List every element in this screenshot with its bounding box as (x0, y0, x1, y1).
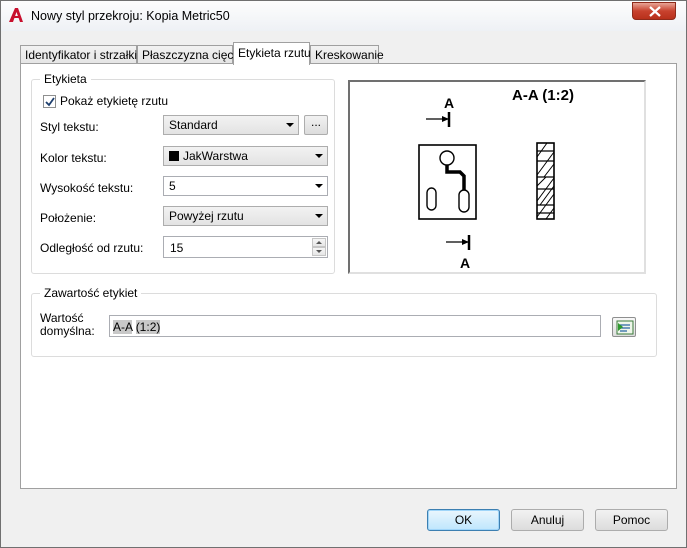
text-color-dropdown[interactable]: JakWarstwa (163, 146, 328, 166)
chevron-down-icon (315, 214, 323, 218)
text-color-label: Kolor tekstu: (40, 151, 107, 165)
default-value-input[interactable]: A-A (1:2) (109, 315, 601, 337)
position-dropdown[interactable]: Powyżej rzutu (163, 206, 328, 226)
offset-value: 15 (170, 241, 184, 255)
preview-area: A-A (1:2) A A (348, 80, 646, 274)
chevron-down-icon (315, 184, 323, 188)
spin-down-button[interactable] (312, 247, 326, 256)
section-preview-drawing: A-A (1:2) A A (418, 87, 574, 271)
text-height-combobox[interactable]: 5 (163, 176, 328, 196)
position-label: Położenie: (40, 211, 97, 225)
text-style-dropdown[interactable]: Standard (163, 115, 299, 135)
offset-spinner[interactable]: 15 (163, 236, 328, 258)
preview-marker-bottom: A (460, 255, 470, 271)
default-value-label-line2: domyślna: (40, 324, 95, 338)
position-value: Powyżej rzutu (169, 209, 244, 223)
arrow-down-icon (316, 250, 322, 253)
checkmark-icon (45, 97, 55, 107)
label-contents-group: Zawartość etykiet Wartość domyślna: A-A … (31, 286, 657, 357)
default-value-label: Wartość domyślna: (40, 312, 95, 338)
field-value-scale: (1:2) (135, 320, 161, 334)
spin-up-button[interactable] (312, 238, 326, 247)
text-style-value: Standard (169, 118, 218, 132)
close-button[interactable] (632, 2, 676, 20)
text-height-label: Wysokość tekstu: (40, 181, 134, 195)
text-color-value: JakWarstwa (183, 149, 248, 163)
text-style-browse-button[interactable]: ... (304, 115, 328, 135)
tab-view-label[interactable]: Etykieta rzutu (233, 42, 311, 65)
show-label-text[interactable]: Pokaż etykietę rzutu (60, 94, 168, 108)
help-button[interactable]: Pomoc (595, 509, 668, 531)
insert-field-icon (616, 320, 634, 335)
offset-label: Odległość od rzutu: (40, 241, 144, 255)
label-group-title: Etykieta (40, 72, 91, 86)
window-title: Nowy styl przekroju: Kopia Metric50 (31, 9, 230, 23)
show-label-checkbox[interactable] (43, 95, 56, 108)
tab-identifier-arrows[interactable]: Identyfikator i strzałki (20, 45, 137, 65)
preview-marker-top: A (444, 95, 454, 111)
text-style-label: Styl tekstu: (40, 120, 99, 134)
tab-panel: Etykieta Pokaż etykietę rzutu Styl tekst… (20, 63, 677, 489)
label-group: Etykieta Pokaż etykietę rzutu Styl tekst… (31, 72, 335, 274)
tab-hatch[interactable]: Kreskowanie (310, 45, 384, 65)
title-bar[interactable]: Nowy styl przekroju: Kopia Metric50 (1, 1, 686, 31)
ok-button[interactable]: OK (427, 509, 500, 531)
color-swatch-icon (169, 151, 179, 161)
arrow-up-icon (316, 241, 322, 244)
tab-cutting-plane[interactable]: Płaszczyzna cięcia (137, 45, 243, 65)
cancel-button[interactable]: Anuluj (511, 509, 584, 531)
label-contents-title: Zawartość etykiet (40, 286, 142, 300)
chevron-down-icon (286, 123, 294, 127)
text-height-value: 5 (169, 179, 176, 193)
field-value-section: A-A (113, 320, 133, 334)
preview-title-label: A-A (1:2) (512, 87, 574, 104)
dialog-window: Nowy styl przekroju: Kopia Metric50 Iden… (0, 0, 687, 548)
insert-field-button[interactable] (612, 317, 636, 337)
chevron-down-icon (315, 154, 323, 158)
close-icon (649, 6, 661, 17)
autocad-a-icon (9, 8, 23, 22)
offset-spinner-buttons (312, 238, 326, 256)
